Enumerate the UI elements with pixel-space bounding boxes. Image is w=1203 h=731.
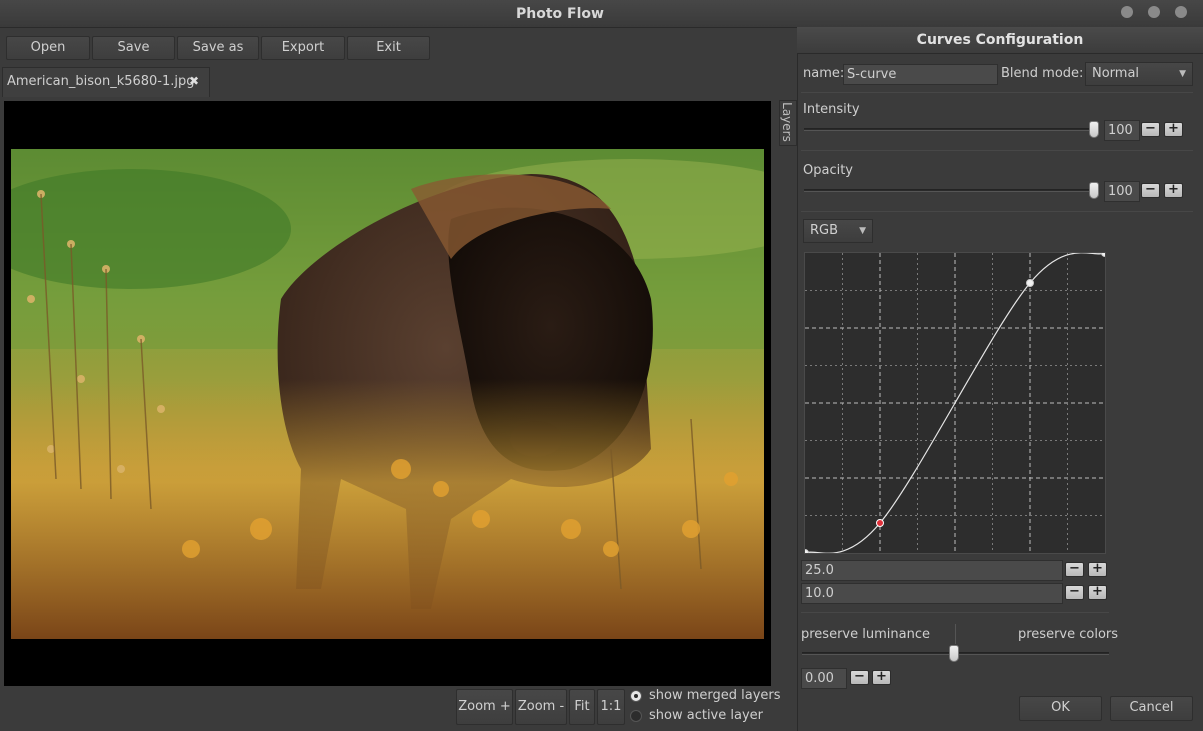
curve-point-selected[interactable] xyxy=(876,519,884,527)
point-x-decrement-button[interactable]: − xyxy=(1065,562,1084,577)
zoom-out-button[interactable]: Zoom - xyxy=(515,689,567,725)
separator xyxy=(801,211,1193,212)
dialog-title: Curves Configuration xyxy=(916,32,1084,48)
channel-value: RGB xyxy=(810,223,839,238)
curve-point[interactable] xyxy=(1101,249,1109,257)
maximize-button[interactable] xyxy=(1148,6,1160,18)
zoom-in-button[interactable]: Zoom + xyxy=(456,689,513,725)
curve-point[interactable] xyxy=(1026,279,1034,287)
point-y-increment-button[interactable]: + xyxy=(1088,585,1107,600)
blend-mode-dropdown[interactable]: Normal ▼ xyxy=(1085,62,1193,86)
close-window-button[interactable] xyxy=(1175,6,1187,18)
one-to-one-button[interactable]: 1:1 xyxy=(597,689,625,725)
opacity-decrement-button[interactable]: − xyxy=(1141,183,1160,198)
separator xyxy=(801,612,1109,613)
blend-mode-value: Normal xyxy=(1092,66,1140,81)
name-input[interactable]: S-curve xyxy=(843,64,998,85)
channel-dropdown[interactable]: RGB ▼ xyxy=(803,219,873,243)
point-x-increment-button[interactable]: + xyxy=(1088,562,1107,577)
close-tab-icon[interactable]: ✖ xyxy=(189,74,199,88)
layers-side-tab-label: Layers xyxy=(779,102,794,142)
show-active-radio[interactable] xyxy=(630,710,642,722)
photo-drawing xyxy=(11,149,764,639)
separator xyxy=(801,92,1193,93)
opacity-slider-track[interactable] xyxy=(804,189,1096,192)
curve-graph[interactable] xyxy=(801,249,1109,557)
file-tab-label: American_bison_k5680-1.jpg xyxy=(7,74,195,89)
opacity-increment-button[interactable]: + xyxy=(1164,183,1183,198)
intensity-decrement-button[interactable]: − xyxy=(1141,122,1160,137)
intensity-value-field[interactable]: 100 xyxy=(1104,120,1140,141)
exit-button[interactable]: Exit xyxy=(347,36,430,60)
show-merged-radio[interactable] xyxy=(630,690,642,702)
intensity-increment-button[interactable]: + xyxy=(1164,122,1183,137)
save-button[interactable]: Save xyxy=(92,36,175,60)
show-active-label: show active layer xyxy=(649,708,763,723)
point-y-decrement-button[interactable]: − xyxy=(1065,585,1084,600)
preserve-slider-thumb[interactable] xyxy=(949,645,959,662)
point-y-field[interactable]: 10.0 xyxy=(801,583,1063,604)
intensity-label: Intensity xyxy=(803,102,860,117)
intensity-slider-track[interactable] xyxy=(804,128,1096,131)
intensity-slider-thumb[interactable] xyxy=(1089,121,1099,138)
chevron-down-icon: ▼ xyxy=(1179,69,1186,79)
save-as-button[interactable]: Save as xyxy=(177,36,259,60)
cancel-button[interactable]: Cancel xyxy=(1110,696,1193,721)
name-label: name: xyxy=(803,66,845,81)
center-tick xyxy=(955,624,956,644)
open-button[interactable]: Open xyxy=(6,36,90,60)
opacity-value-field[interactable]: 100 xyxy=(1104,181,1140,202)
opacity-slider-thumb[interactable] xyxy=(1089,182,1099,199)
ok-button[interactable]: OK xyxy=(1019,696,1102,721)
preserve-increment-button[interactable]: + xyxy=(872,670,891,685)
preserve-value-field[interactable]: 0.00 xyxy=(801,668,847,689)
preserve-decrement-button[interactable]: − xyxy=(850,670,869,685)
file-tab[interactable]: American_bison_k5680-1.jpg ✖ xyxy=(2,67,210,97)
preserve-luminance-label: preserve luminance xyxy=(801,627,930,642)
minimize-button[interactable] xyxy=(1121,6,1133,18)
point-x-field[interactable]: 25.0 xyxy=(801,560,1063,581)
chevron-down-icon: ▼ xyxy=(859,226,866,236)
fit-button[interactable]: Fit xyxy=(569,689,595,725)
curve-point[interactable] xyxy=(801,549,809,557)
show-merged-label: show merged layers xyxy=(649,688,781,703)
curve-editor[interactable] xyxy=(801,249,1109,557)
export-button[interactable]: Export xyxy=(261,36,345,60)
photo-preview xyxy=(11,149,764,639)
window-title: Photo Flow xyxy=(516,6,604,22)
opacity-label: Opacity xyxy=(803,163,854,178)
preserve-colors-label: preserve colors xyxy=(1018,627,1119,642)
layers-side-tab[interactable]: Layers xyxy=(779,100,797,146)
blend-mode-label: Blend mode: xyxy=(1001,66,1084,81)
separator xyxy=(801,150,1193,151)
